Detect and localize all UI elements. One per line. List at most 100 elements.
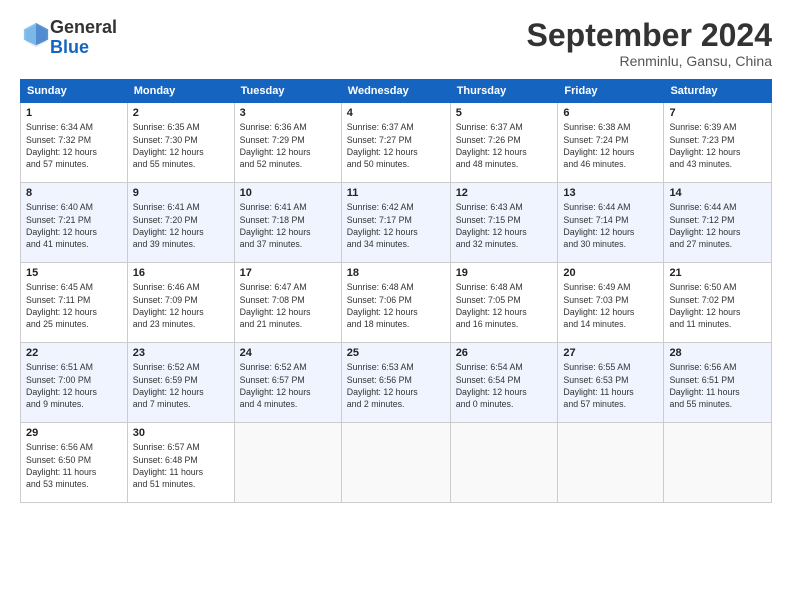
day-info: Sunrise: 6:56 AM Sunset: 6:51 PM Dayligh… <box>669 361 766 410</box>
table-row <box>664 423 772 503</box>
day-info: Sunrise: 6:44 AM Sunset: 7:14 PM Dayligh… <box>563 201 658 250</box>
day-info: Sunrise: 6:52 AM Sunset: 6:57 PM Dayligh… <box>240 361 336 410</box>
day-number: 19 <box>456 267 553 279</box>
day-info: Sunrise: 6:49 AM Sunset: 7:03 PM Dayligh… <box>563 281 658 330</box>
day-number: 10 <box>240 187 336 199</box>
day-number: 14 <box>669 187 766 199</box>
table-row <box>558 423 664 503</box>
table-row: 23 Sunrise: 6:52 AM Sunset: 6:59 PM Dayli… <box>127 343 234 423</box>
header-friday: Friday <box>558 80 664 103</box>
day-info: Sunrise: 6:51 AM Sunset: 7:00 PM Dayligh… <box>26 361 122 410</box>
day-number: 30 <box>133 427 229 439</box>
table-row: 25 Sunrise: 6:53 AM Sunset: 6:56 PM Dayli… <box>341 343 450 423</box>
day-number: 5 <box>456 107 553 119</box>
day-number: 17 <box>240 267 336 279</box>
day-number: 13 <box>563 187 658 199</box>
table-row: 12 Sunrise: 6:43 AM Sunset: 7:15 PM Dayli… <box>450 183 558 263</box>
table-row: 7Sunrise: 6:39 AM Sunset: 7:23 PM Daylig… <box>664 103 772 183</box>
day-info: Sunrise: 6:44 AM Sunset: 7:12 PM Dayligh… <box>669 201 766 250</box>
day-info: Sunrise: 6:36 AM Sunset: 7:29 PM Dayligh… <box>240 121 336 170</box>
day-number: 11 <box>347 187 445 199</box>
day-info: Sunrise: 6:41 AM Sunset: 7:20 PM Dayligh… <box>133 201 229 250</box>
table-row: 29 Sunrise: 6:56 AM Sunset: 6:50 PM Dayli… <box>21 423 128 503</box>
day-info: Sunrise: 6:46 AM Sunset: 7:09 PM Dayligh… <box>133 281 229 330</box>
header-tuesday: Tuesday <box>234 80 341 103</box>
day-info: Sunrise: 6:40 AM Sunset: 7:21 PM Dayligh… <box>26 201 122 250</box>
table-row: 17 Sunrise: 6:47 AM Sunset: 7:08 PM Dayli… <box>234 263 341 343</box>
day-info: Sunrise: 6:37 AM Sunset: 7:26 PM Dayligh… <box>456 121 553 170</box>
calendar-week-2: 8 Sunrise: 6:40 AM Sunset: 7:21 PM Daylig… <box>21 183 772 263</box>
day-number: 1 <box>26 107 122 119</box>
location: Renminlu, Gansu, China <box>527 53 772 69</box>
table-row: 3 Sunrise: 6:36 AM Sunset: 7:29 PM Daylig… <box>234 103 341 183</box>
table-row: 24 Sunrise: 6:52 AM Sunset: 6:57 PM Dayli… <box>234 343 341 423</box>
day-number: 23 <box>133 347 229 359</box>
day-number: 4 <box>347 107 445 119</box>
day-info: Sunrise: 6:52 AM Sunset: 6:59 PM Dayligh… <box>133 361 229 410</box>
day-number: 6 <box>563 107 658 119</box>
table-row: 5 Sunrise: 6:37 AM Sunset: 7:26 PM Daylig… <box>450 103 558 183</box>
table-row: 15Sunrise: 6:45 AM Sunset: 7:11 PM Dayli… <box>21 263 128 343</box>
table-row <box>234 423 341 503</box>
header-sunday: Sunday <box>21 80 128 103</box>
day-info: Sunrise: 6:55 AM Sunset: 6:53 PM Dayligh… <box>563 361 658 410</box>
page-header: General Blue September 2024 Renminlu, Ga… <box>20 18 772 69</box>
day-info: Sunrise: 6:53 AM Sunset: 6:56 PM Dayligh… <box>347 361 445 410</box>
table-row: 8 Sunrise: 6:40 AM Sunset: 7:21 PM Daylig… <box>21 183 128 263</box>
table-row: 26 Sunrise: 6:54 AM Sunset: 6:54 PM Dayli… <box>450 343 558 423</box>
header-thursday: Thursday <box>450 80 558 103</box>
day-number: 18 <box>347 267 445 279</box>
day-number: 25 <box>347 347 445 359</box>
day-number: 16 <box>133 267 229 279</box>
day-info: Sunrise: 6:47 AM Sunset: 7:08 PM Dayligh… <box>240 281 336 330</box>
table-row: 18 Sunrise: 6:48 AM Sunset: 7:06 PM Dayli… <box>341 263 450 343</box>
calendar-week-4: 22Sunrise: 6:51 AM Sunset: 7:00 PM Dayli… <box>21 343 772 423</box>
day-info: Sunrise: 6:35 AM Sunset: 7:30 PM Dayligh… <box>133 121 229 170</box>
day-info: Sunrise: 6:56 AM Sunset: 6:50 PM Dayligh… <box>26 441 122 490</box>
day-info: Sunrise: 6:48 AM Sunset: 7:06 PM Dayligh… <box>347 281 445 330</box>
table-row <box>341 423 450 503</box>
logo-blue-text: Blue <box>50 37 89 57</box>
day-number: 26 <box>456 347 553 359</box>
table-row: 6 Sunrise: 6:38 AM Sunset: 7:24 PM Daylig… <box>558 103 664 183</box>
calendar-header-row: Sunday Monday Tuesday Wednesday Thursday… <box>21 80 772 103</box>
day-number: 21 <box>669 267 766 279</box>
day-number: 27 <box>563 347 658 359</box>
day-info: Sunrise: 6:57 AM Sunset: 6:48 PM Dayligh… <box>133 441 229 490</box>
calendar-week-5: 29 Sunrise: 6:56 AM Sunset: 6:50 PM Dayli… <box>21 423 772 503</box>
table-row: 22Sunrise: 6:51 AM Sunset: 7:00 PM Dayli… <box>21 343 128 423</box>
day-number: 3 <box>240 107 336 119</box>
table-row <box>450 423 558 503</box>
table-row: 21 Sunrise: 6:50 AM Sunset: 7:02 PM Dayli… <box>664 263 772 343</box>
table-row: 14 Sunrise: 6:44 AM Sunset: 7:12 PM Dayli… <box>664 183 772 263</box>
day-number: 24 <box>240 347 336 359</box>
day-number: 8 <box>26 187 122 199</box>
day-number: 7 <box>669 107 766 119</box>
day-number: 20 <box>563 267 658 279</box>
logo: General Blue <box>20 18 117 58</box>
table-row: 10Sunrise: 6:41 AM Sunset: 7:18 PM Dayli… <box>234 183 341 263</box>
table-row: 4Sunrise: 6:37 AM Sunset: 7:27 PM Daylig… <box>341 103 450 183</box>
table-row: 1 Sunrise: 6:34 AM Sunset: 7:32 PM Daylig… <box>21 103 128 183</box>
day-info: Sunrise: 6:34 AM Sunset: 7:32 PM Dayligh… <box>26 121 122 170</box>
day-number: 12 <box>456 187 553 199</box>
day-info: Sunrise: 6:38 AM Sunset: 7:24 PM Dayligh… <box>563 121 658 170</box>
logo-icon <box>22 21 50 49</box>
month-title: September 2024 <box>527 18 772 53</box>
table-row: 30 Sunrise: 6:57 AM Sunset: 6:48 PM Dayli… <box>127 423 234 503</box>
day-info: Sunrise: 6:43 AM Sunset: 7:15 PM Dayligh… <box>456 201 553 250</box>
calendar-table: Sunday Monday Tuesday Wednesday Thursday… <box>20 79 772 503</box>
table-row: 13 Sunrise: 6:44 AM Sunset: 7:14 PM Dayli… <box>558 183 664 263</box>
day-number: 29 <box>26 427 122 439</box>
day-info: Sunrise: 6:45 AM Sunset: 7:11 PM Dayligh… <box>26 281 122 330</box>
table-row: 11 Sunrise: 6:42 AM Sunset: 7:17 PM Dayli… <box>341 183 450 263</box>
day-number: 2 <box>133 107 229 119</box>
day-info: Sunrise: 6:42 AM Sunset: 7:17 PM Dayligh… <box>347 201 445 250</box>
day-info: Sunrise: 6:50 AM Sunset: 7:02 PM Dayligh… <box>669 281 766 330</box>
table-row: 2 Sunrise: 6:35 AM Sunset: 7:30 PM Daylig… <box>127 103 234 183</box>
header-wednesday: Wednesday <box>341 80 450 103</box>
day-info: Sunrise: 6:54 AM Sunset: 6:54 PM Dayligh… <box>456 361 553 410</box>
table-row: 28Sunrise: 6:56 AM Sunset: 6:51 PM Dayli… <box>664 343 772 423</box>
table-row: 19Sunrise: 6:48 AM Sunset: 7:05 PM Dayli… <box>450 263 558 343</box>
calendar-week-1: 1 Sunrise: 6:34 AM Sunset: 7:32 PM Daylig… <box>21 103 772 183</box>
